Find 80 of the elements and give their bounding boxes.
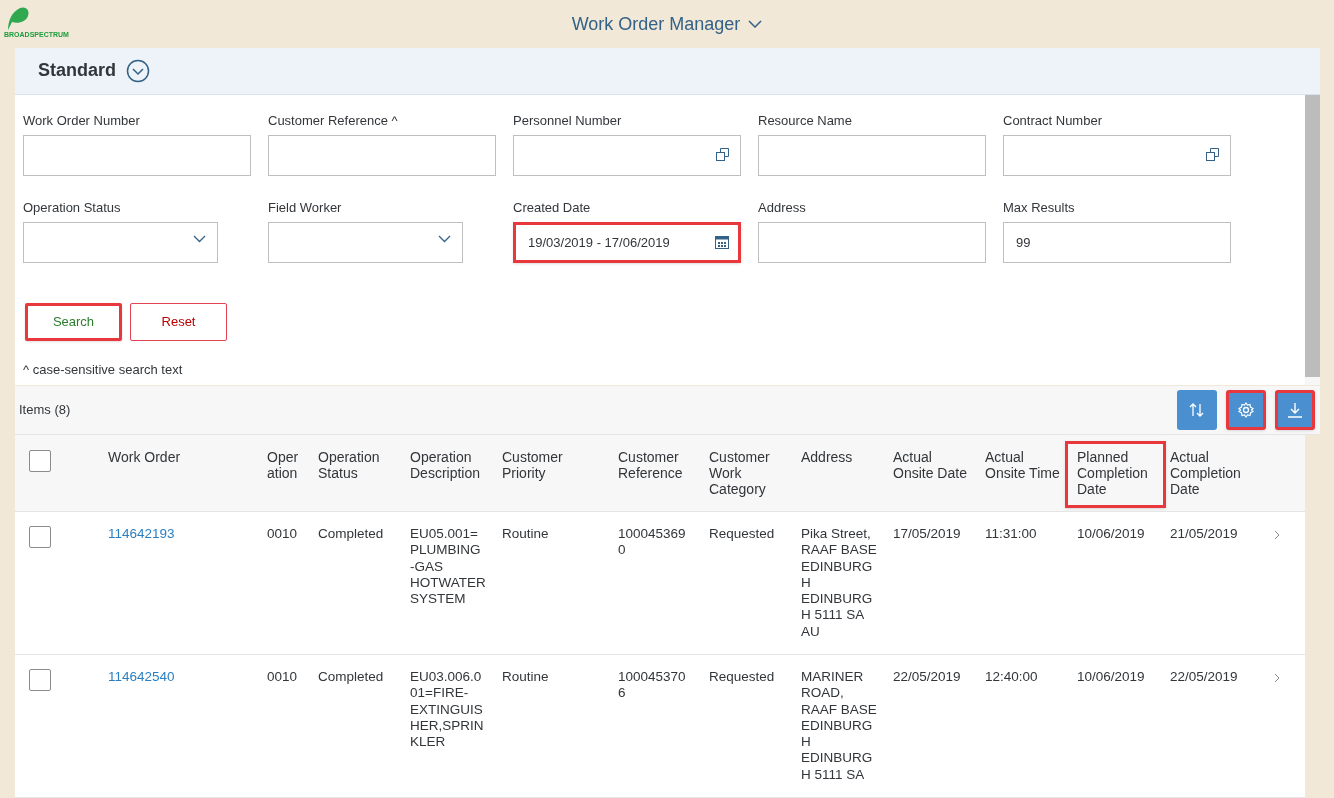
column-header[interactable]: Actual Onsite Time (985, 448, 1061, 481)
date-range-field[interactable]: 19/03/2019 - 17/06/2019 (513, 221, 741, 263)
row-checkbox[interactable] (29, 669, 51, 691)
items-count: Items (8) (19, 400, 71, 419)
field-label: Contract Number (1003, 111, 1103, 127)
column-header[interactable]: Operation Status (318, 448, 394, 481)
field-label: Personnel Number (513, 111, 623, 127)
table-cell: Routine (502, 669, 549, 684)
value-help-icon[interactable] (716, 147, 729, 161)
table-cell: 10/06/2019 (1077, 526, 1145, 541)
chevron-down-icon[interactable] (438, 234, 451, 243)
table-cell: 21/05/2019 (1170, 526, 1238, 541)
table-cell: 0010 (267, 669, 298, 684)
input-field[interactable] (513, 134, 741, 176)
chevron-right-icon[interactable] (1274, 673, 1280, 683)
column-header[interactable]: Actual Completion Date (1170, 448, 1252, 497)
input-field[interactable] (268, 134, 496, 176)
select-all-checkbox[interactable] (29, 449, 51, 472)
column-header[interactable]: Actual Onsite Date (893, 448, 969, 481)
table-cell: 22/05/2019 (893, 669, 961, 684)
chevron-down-icon[interactable] (193, 234, 206, 243)
dropdown-field[interactable] (23, 221, 218, 263)
column-header[interactable]: Work Order (108, 448, 251, 465)
table-cell: Completed (318, 669, 384, 684)
table-cell: 11:31:00 (985, 526, 1037, 541)
download-icon (1286, 400, 1304, 419)
reset-button[interactable]: Reset (130, 302, 227, 341)
table-cell: MARINER ROAD, RAAF BASE EDINBURGH EDINBURGH 5111 SA (801, 669, 877, 782)
table-cell: Requested (709, 526, 775, 541)
field-label: Customer Reference ^ (268, 111, 399, 127)
hint-text: ^ case-sensitive search text (23, 360, 184, 379)
chevron-down-circle-icon[interactable] (126, 58, 150, 83)
settings-icon (1237, 400, 1255, 419)
search-button[interactable]: Search (25, 302, 122, 341)
column-header[interactable]: Customer Work Category (709, 448, 785, 497)
input-field[interactable] (758, 134, 986, 176)
table-cell: Pika Street, RAAF BASE EDINBURGH EDINBURGH 5111 SA AU (801, 526, 877, 639)
table-cell: 17/05/2019 (893, 526, 961, 541)
dropdown-field[interactable] (268, 221, 463, 263)
sort-button[interactable] (1177, 389, 1217, 430)
table-cell: 12:40:00 (985, 669, 1038, 684)
row-checkbox[interactable] (29, 526, 51, 548)
column-header[interactable]: Oper ation (267, 448, 302, 481)
column-header[interactable]: Planned Completion Date (1065, 440, 1166, 508)
column-header[interactable]: Address (801, 448, 877, 465)
table-cell: 1000453706 (618, 669, 686, 701)
field-label: Field Worker (268, 198, 343, 214)
column-header[interactable]: Operation Description (410, 448, 486, 481)
chevron-right-icon[interactable] (1274, 530, 1280, 540)
table-cell: 22/05/2019 (1170, 669, 1238, 684)
table-cell: EU03.006.001=FIRE-EXTINGUISHER,SPRINKLER (410, 669, 484, 750)
column-header[interactable]: Customer Priority (502, 448, 602, 481)
table-cell: EU05.001= PLUMBING -GAS HOTWATER SYSTEM (410, 526, 486, 607)
input-field[interactable]: 99 (1003, 221, 1231, 263)
field-label: Resource Name (758, 111, 853, 127)
input-field[interactable] (1003, 134, 1231, 176)
field-label: Operation Status (23, 198, 122, 214)
table-cell: 1000453690 (618, 526, 686, 558)
work-order-link[interactable]: 114642540 (108, 669, 175, 684)
settings-button[interactable] (1226, 389, 1266, 430)
scrollbar-thumb[interactable] (1305, 94, 1320, 377)
field-label: Created Date (513, 198, 592, 214)
calendar-icon[interactable] (715, 234, 729, 249)
field-label: Address (758, 198, 807, 214)
work-order-link[interactable]: 114642193 (108, 526, 175, 541)
table-cell: Requested (709, 669, 775, 684)
download-button[interactable] (1275, 389, 1315, 430)
table-cell: 0010 (267, 526, 298, 541)
chevron-down-icon (748, 20, 763, 28)
field-label: Work Order Number (23, 111, 141, 127)
table-cell: 10/06/2019 (1077, 669, 1145, 684)
table-cell: Routine (502, 526, 549, 541)
input-field[interactable] (23, 134, 251, 176)
field-label: Max Results (1003, 198, 1076, 214)
column-header[interactable]: Customer Reference (618, 448, 693, 481)
variant-title: Standard (38, 59, 116, 83)
value-help-icon[interactable] (1206, 147, 1219, 161)
table-cell: Completed (318, 526, 384, 541)
input-field[interactable] (758, 221, 986, 263)
app-title-menu[interactable]: Work Order Manager (571, 10, 763, 38)
